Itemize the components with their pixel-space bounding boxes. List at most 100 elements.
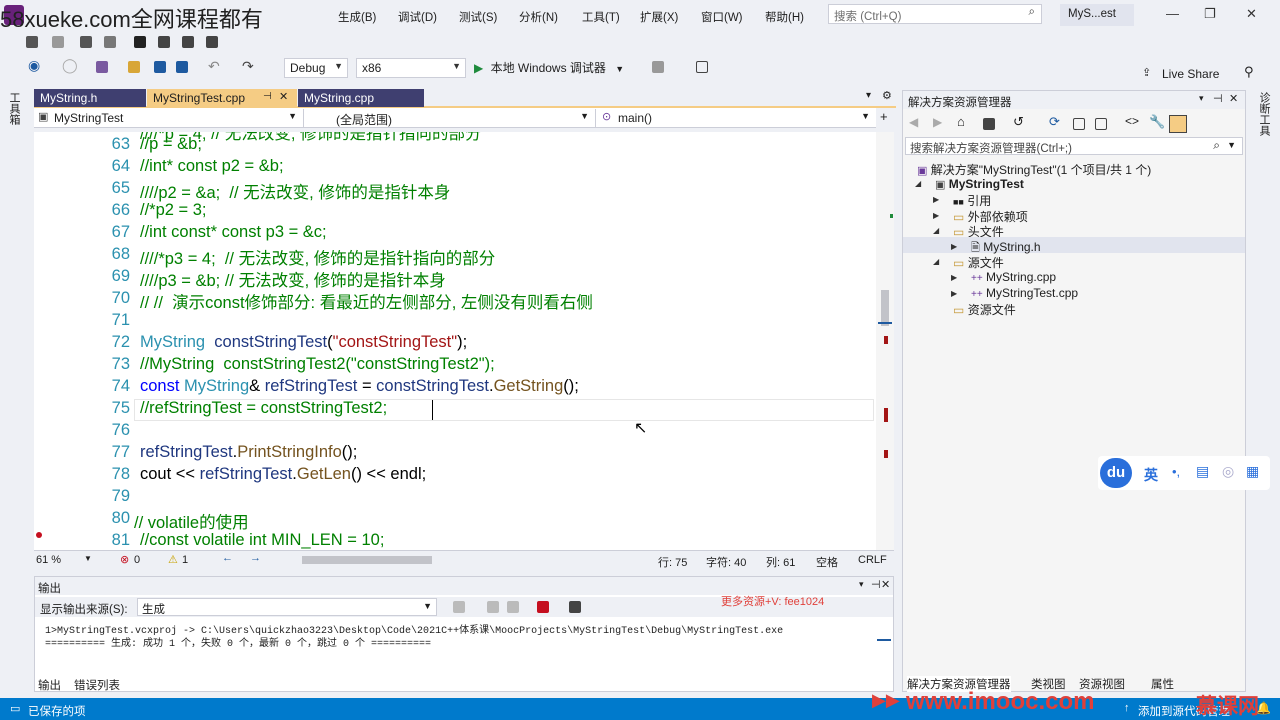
collapse-icon[interactable]: ▶	[933, 195, 939, 204]
code-line[interactable]: ////*p3 = 4; // 无法改变, 修饰的是指针指向的部分	[140, 245, 495, 269]
tab-mystring-cpp[interactable]: MyString.cpp	[298, 89, 424, 107]
word-wrap-icon[interactable]	[569, 601, 581, 613]
code-line[interactable]: ////p3 = &b; // 无法改变, 修饰的是指针本身	[140, 267, 446, 291]
code-line[interactable]: // volatile的使用	[134, 509, 249, 533]
home-icon[interactable]: ⌂	[957, 114, 965, 129]
bookmark-icon[interactable]	[134, 36, 146, 48]
code-line[interactable]: //*p2 = 3;	[140, 201, 207, 220]
menu-extensions[interactable]: 扩展(X)	[640, 9, 678, 25]
pin-icon[interactable]: ⊣	[1213, 92, 1223, 105]
start-debug-button[interactable]: ▶ 本地 Windows 调试器 ▼	[474, 59, 634, 77]
breakpoint-icon[interactable]	[36, 532, 42, 538]
menu-window[interactable]: 窗口(W)	[701, 9, 743, 25]
tab-output[interactable]: 输出	[38, 677, 61, 693]
menu-test[interactable]: 测试(S)	[459, 9, 497, 25]
open-icon[interactable]	[128, 61, 140, 73]
ime-logo[interactable]: du	[1100, 458, 1132, 488]
menu-tools[interactable]: 工具(T)	[582, 9, 620, 25]
code-line[interactable]: //int* const p2 = &b;	[140, 157, 284, 176]
bookmark-icon[interactable]	[206, 36, 218, 48]
chevron-down-icon[interactable]: ▾	[1199, 93, 1204, 104]
code-line[interactable]: const MyString& refStringTest = constStr…	[140, 377, 579, 396]
clear-all-icon[interactable]	[537, 601, 549, 613]
project-node[interactable]: ▣ MyStringTest	[935, 177, 1024, 191]
toolbar-icon[interactable]	[453, 601, 465, 613]
forward-icon[interactable]: ▶	[933, 115, 942, 129]
code-line[interactable]: //MyString constStringTest2("constString…	[140, 355, 495, 374]
wrench-icon[interactable]: 🔧	[1149, 114, 1165, 130]
back-icon[interactable]: ◀	[909, 115, 918, 129]
expand-icon[interactable]: ◢	[933, 226, 939, 235]
warning-count[interactable]: 1	[182, 554, 188, 566]
project-badge[interactable]: MyS...est	[1060, 4, 1134, 26]
toolbar-icon[interactable]	[507, 601, 519, 613]
tab-mystring-h[interactable]: MyString.h	[34, 89, 146, 107]
collapse-icon[interactable]	[1073, 118, 1085, 130]
tree-item-resource-files[interactable]: ▭ 资源文件	[953, 301, 1016, 318]
code-line[interactable]: //const volatile int MIN_LEN = 10;	[140, 531, 384, 550]
config-dropdown[interactable]: Debug ▼	[284, 58, 348, 78]
tree-item-source-files[interactable]: ▭ 源文件	[953, 254, 1004, 271]
split-icon[interactable]: +	[880, 109, 888, 124]
code-icon[interactable]: <>	[1125, 114, 1139, 128]
redo-icon[interactable]: ↷	[242, 58, 254, 75]
platform-dropdown[interactable]: x86 ▼	[356, 58, 466, 78]
tree-item-references[interactable]: ■■ 引用	[953, 192, 991, 209]
expand-icon[interactable]: ◢	[915, 179, 921, 188]
save-all-icon[interactable]	[176, 61, 188, 73]
diagnostics-strip[interactable]: 诊断工具	[1252, 88, 1280, 698]
prev-icon[interactable]: ←	[222, 552, 233, 564]
restore-icon[interactable]: ❐	[1204, 6, 1216, 22]
editor-scrollbar[interactable]	[876, 132, 894, 550]
menu-analyze[interactable]: 分析(N)	[519, 9, 558, 25]
tab-mystringtest-cpp[interactable]: MyStringTest.cpp ⊣ ✕	[147, 89, 297, 107]
toolbox-label[interactable]: 工具箱	[8, 92, 22, 125]
back-icon[interactable]: ◉	[28, 57, 40, 74]
close-icon[interactable]: ✕	[1246, 6, 1257, 22]
code-editor[interactable]: ////*p = 4; // 无法改变, 修饰的是指针指向的部分 63//p =…	[34, 132, 876, 550]
punctuation-icon[interactable]: •,	[1172, 464, 1180, 479]
expand-icon[interactable]: ◢	[933, 257, 939, 266]
chevron-down-icon[interactable]: ▼	[84, 554, 92, 563]
tree-item-mystring-cpp[interactable]: ++ MyString.cpp	[971, 270, 1056, 284]
menu-debug[interactable]: 调试(D)	[398, 9, 437, 25]
toolbar-icon[interactable]	[696, 61, 708, 73]
diagnostics-label[interactable]: 诊断工具	[1258, 92, 1272, 136]
solution-search[interactable]: 搜索解决方案资源管理器(Ctrl+;) ⌕ ▼	[905, 137, 1243, 155]
code-line[interactable]: // // 演示const修饰部分: 看最近的左侧部分, 左侧没有则看右侧	[140, 289, 593, 313]
collapse-icon[interactable]: ▶	[951, 242, 957, 251]
toolbar-icon[interactable]	[80, 36, 92, 48]
close-icon[interactable]: ✕	[1229, 92, 1238, 105]
scroll-thumb[interactable]	[881, 290, 889, 326]
h-scroll-thumb[interactable]	[302, 556, 432, 564]
toolbox-strip[interactable]: 工具箱	[0, 88, 28, 698]
keyboard-icon[interactable]: ▤	[1196, 463, 1209, 480]
code-line[interactable]: refStringTest.PrintStringInfo();	[140, 443, 357, 462]
zoom-level[interactable]: 61 %	[36, 554, 61, 566]
settings-icon[interactable]: ⚙	[882, 89, 892, 102]
grid-icon[interactable]: ▦	[1246, 463, 1259, 480]
toolbar-icon[interactable]	[652, 61, 664, 73]
toolbar-icon[interactable]	[26, 36, 38, 48]
warning-icon[interactable]: ⚠	[168, 553, 178, 566]
user-icon[interactable]: ◎	[1222, 463, 1234, 480]
toolbar-icon[interactable]	[104, 36, 116, 48]
show-files-icon[interactable]	[1095, 118, 1107, 130]
minimize-icon[interactable]: —	[1166, 6, 1179, 21]
close-icon[interactable]: ✕	[279, 90, 288, 103]
menu-help[interactable]: 帮助(H)	[765, 9, 804, 25]
search-input[interactable]: 搜索 (Ctrl+Q) ⌕	[828, 4, 1042, 24]
pin-icon[interactable]: ⊣	[871, 578, 881, 591]
preview-toggle-icon[interactable]	[1169, 115, 1187, 133]
next-icon[interactable]: →	[250, 552, 261, 564]
pin-icon[interactable]: ⊣	[263, 91, 272, 102]
chevron-down-icon[interactable]: ▾	[859, 579, 864, 590]
menu-build[interactable]: 生成(B)	[338, 9, 376, 25]
tree-item-mystringtest-cpp[interactable]: ++ MyStringTest.cpp	[971, 286, 1078, 300]
ime-language[interactable]: 英	[1144, 465, 1158, 485]
forward-icon[interactable]: ◯	[62, 57, 78, 74]
collapse-icon[interactable]: ▶	[933, 211, 939, 220]
save-icon[interactable]	[154, 61, 166, 73]
new-project-icon[interactable]	[96, 61, 108, 73]
func-nav-dropdown[interactable]: ⊙ main() ▼	[600, 109, 876, 127]
